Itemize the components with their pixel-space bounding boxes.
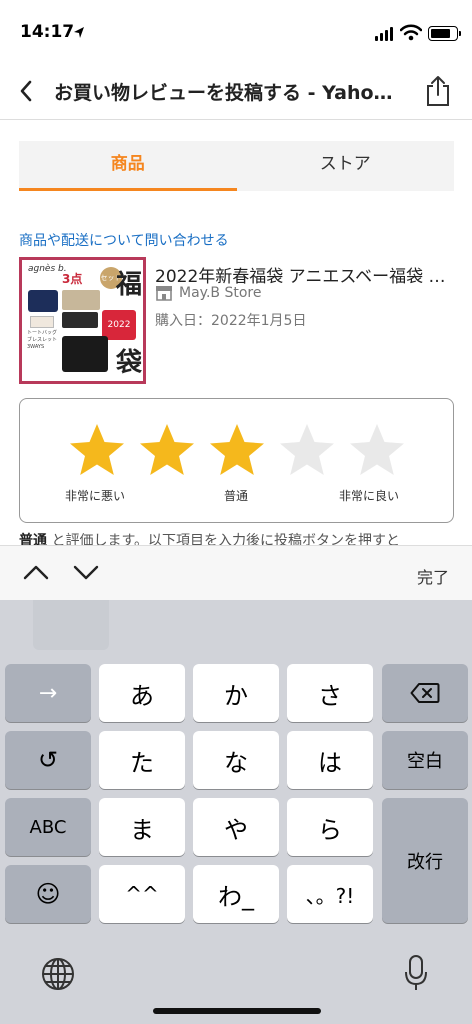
- rating-label-mid: 普通: [224, 489, 249, 503]
- rating-label-high: 非常に良い: [339, 489, 400, 503]
- key-ha[interactable]: は: [287, 731, 373, 789]
- share-button[interactable]: [422, 74, 454, 108]
- abc-key[interactable]: ABC: [5, 798, 91, 856]
- black-pouch-graphic: [62, 312, 98, 328]
- chevron-left-icon: [20, 80, 32, 102]
- undo-key[interactable]: ↺: [5, 731, 91, 789]
- star-icon[interactable]: [277, 421, 337, 481]
- key-wa[interactable]: わ_: [193, 865, 279, 923]
- tab-product[interactable]: 商品: [19, 141, 237, 191]
- inquiry-link[interactable]: 商品や配送について問い合わせる: [19, 230, 229, 250]
- previous-field-button[interactable]: [23, 563, 49, 585]
- key-dakuten[interactable]: ^^: [99, 865, 185, 923]
- evaluation-value: 普通: [19, 533, 47, 545]
- store-row[interactable]: May.B Store: [155, 285, 261, 301]
- rating-label-low: 非常に悪い: [65, 489, 126, 503]
- beige-bag-graphic: [62, 290, 100, 310]
- key-ya[interactable]: や: [193, 798, 279, 856]
- thumb-small-text: トートバッグ ブレスレット 3WAYS: [27, 330, 58, 350]
- star-icon[interactable]: [207, 421, 267, 481]
- cellular-signal-icon: [375, 27, 393, 41]
- back-button[interactable]: [12, 76, 42, 106]
- store-icon: [156, 286, 172, 301]
- location-arrow-icon: [73, 24, 85, 43]
- emoji-key[interactable]: ☺: [5, 865, 91, 923]
- share-icon: [427, 76, 449, 106]
- thumb-fuku: 福: [116, 270, 143, 300]
- microphone-icon[interactable]: [404, 954, 428, 996]
- black-tote-graphic: [62, 336, 108, 372]
- thumb-bukuro: 袋: [116, 348, 143, 378]
- delete-icon: [410, 683, 440, 703]
- key-popup-shadow: [33, 600, 109, 650]
- evaluation-message: と評価します。以下項目を入力後に投稿ボタンを押すと: [47, 533, 401, 545]
- key-ra[interactable]: ら: [287, 798, 373, 856]
- key-ka[interactable]: か: [193, 664, 279, 722]
- star-icon[interactable]: [67, 421, 127, 481]
- key-a[interactable]: あ: [99, 664, 185, 722]
- key-ta[interactable]: た: [99, 731, 185, 789]
- product-image[interactable]: agnès b. 3点 セット 福 2022 袋 トートバッグ ブレスレット 3…: [19, 257, 146, 384]
- backspace-key[interactable]: [382, 664, 468, 722]
- navigation-bar: お買い物レビューを投稿する - Yahoo!ショッピング: [0, 60, 472, 120]
- chevron-up-icon: [23, 565, 49, 580]
- evaluation-text: 普通 と評価します。以下項目を入力後に投稿ボタンを押すと: [19, 531, 459, 545]
- space-key[interactable]: 空白: [382, 731, 468, 789]
- globe-icon[interactable]: [40, 956, 76, 996]
- card-graphic: [30, 316, 54, 328]
- thumb-year-badge: 2022: [102, 310, 136, 340]
- page-title: お買い物レビューを投稿する - Yahoo!ショッピング: [54, 82, 404, 104]
- wifi-icon: [399, 24, 423, 45]
- status-bar: 14:17: [0, 0, 472, 60]
- product-name[interactable]: 2022年新春福袋 アニエスベー福袋 3点セット: [155, 262, 455, 287]
- tab-bar: 商品 ストア: [19, 141, 454, 191]
- next-field-button[interactable]: [73, 563, 99, 585]
- key-na[interactable]: な: [193, 731, 279, 789]
- key-sa[interactable]: さ: [287, 664, 373, 722]
- home-indicator[interactable]: [153, 1008, 321, 1014]
- tab-store[interactable]: ストア: [237, 141, 455, 191]
- arrow-right-key[interactable]: →: [5, 664, 91, 722]
- star-icon[interactable]: [137, 421, 197, 481]
- chevron-down-icon: [73, 565, 99, 580]
- key-punctuation[interactable]: 、。?!: [287, 865, 373, 923]
- purchase-date: 購入日：2022年1月5日: [155, 313, 307, 329]
- return-key[interactable]: 改行: [382, 798, 468, 923]
- status-time: 14:17: [20, 22, 75, 42]
- thumb-brand: agnès b.: [28, 264, 67, 274]
- battery-icon: [428, 26, 461, 41]
- keyboard-toolbar: 完了: [0, 545, 472, 600]
- key-ma[interactable]: ま: [99, 798, 185, 856]
- thumb-set-count: 3点: [62, 272, 83, 286]
- star-icon[interactable]: [347, 421, 407, 481]
- rating-box: 非常に悪い 普通 非常に良い: [19, 398, 454, 523]
- store-name: May.B Store: [179, 285, 262, 301]
- done-button[interactable]: 完了: [417, 564, 449, 588]
- navy-bag-graphic: [28, 290, 58, 312]
